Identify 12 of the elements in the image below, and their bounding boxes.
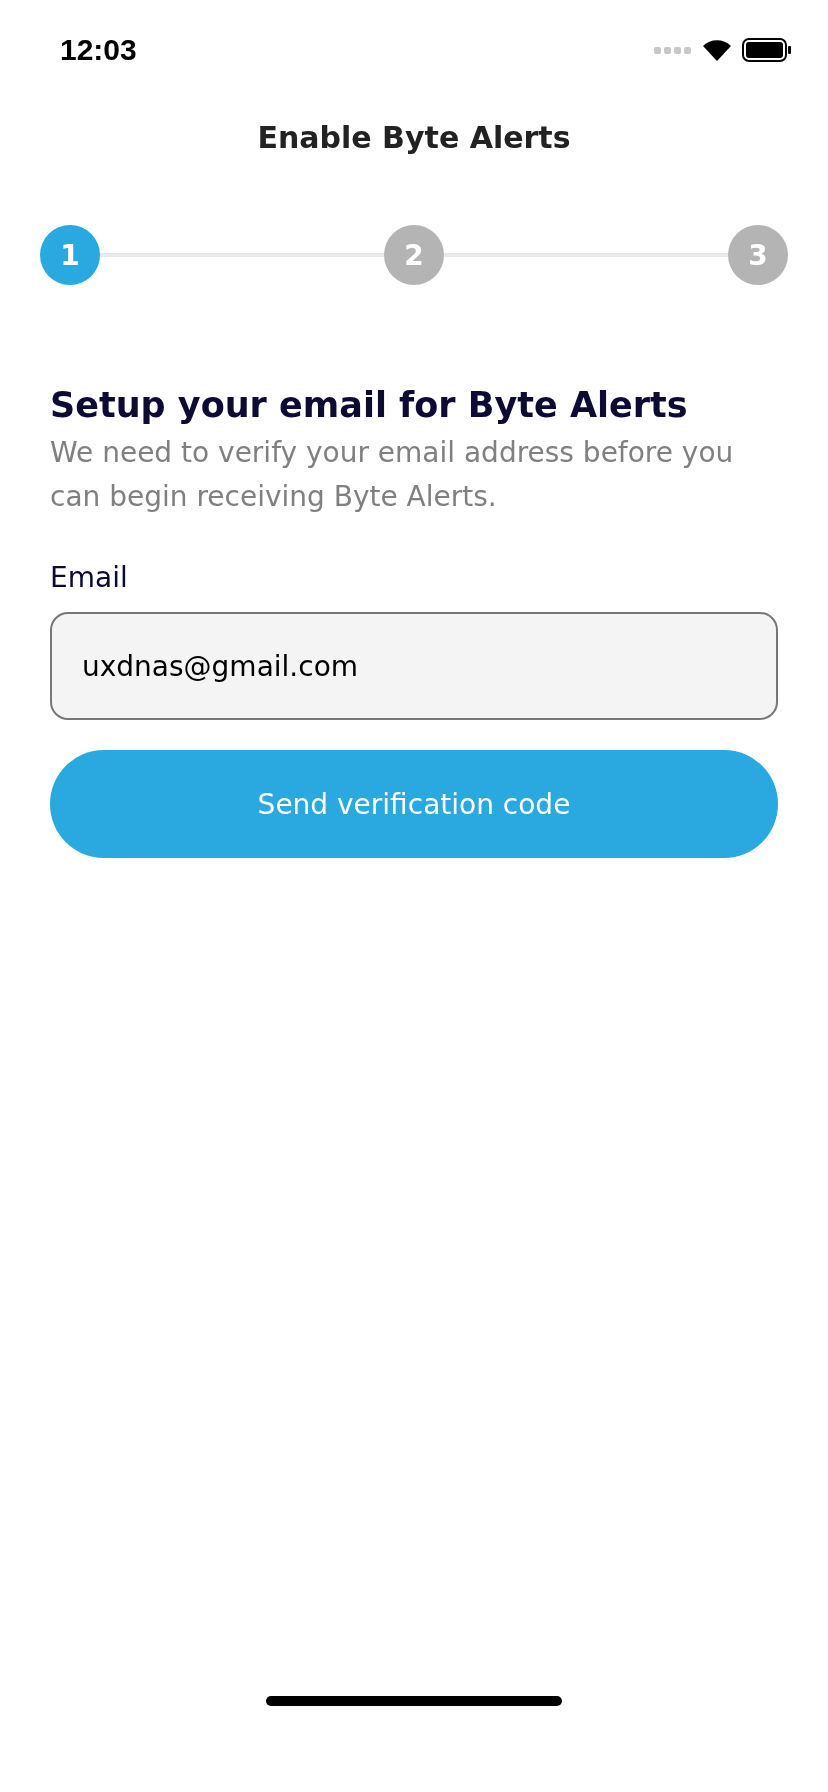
- battery-icon: [742, 38, 792, 62]
- email-field[interactable]: uxdnas@gmail.com: [50, 612, 778, 720]
- email-label: Email: [50, 561, 129, 594]
- step-indicator: 3: [728, 225, 788, 285]
- signal-icon: [654, 45, 692, 55]
- page-title: Enable Byte Alerts: [256, 120, 572, 155]
- status-time: 12:03: [60, 33, 137, 67]
- section-heading: Setup your email for Byte Alerts: [50, 385, 689, 425]
- wifi-icon: [702, 39, 732, 61]
- description-text: We need to verify your email address before you can begin receiving Byte Alerts.: [50, 435, 735, 515]
- step-indicator: 2: [384, 225, 444, 285]
- step-indicator: 1: [40, 225, 100, 285]
